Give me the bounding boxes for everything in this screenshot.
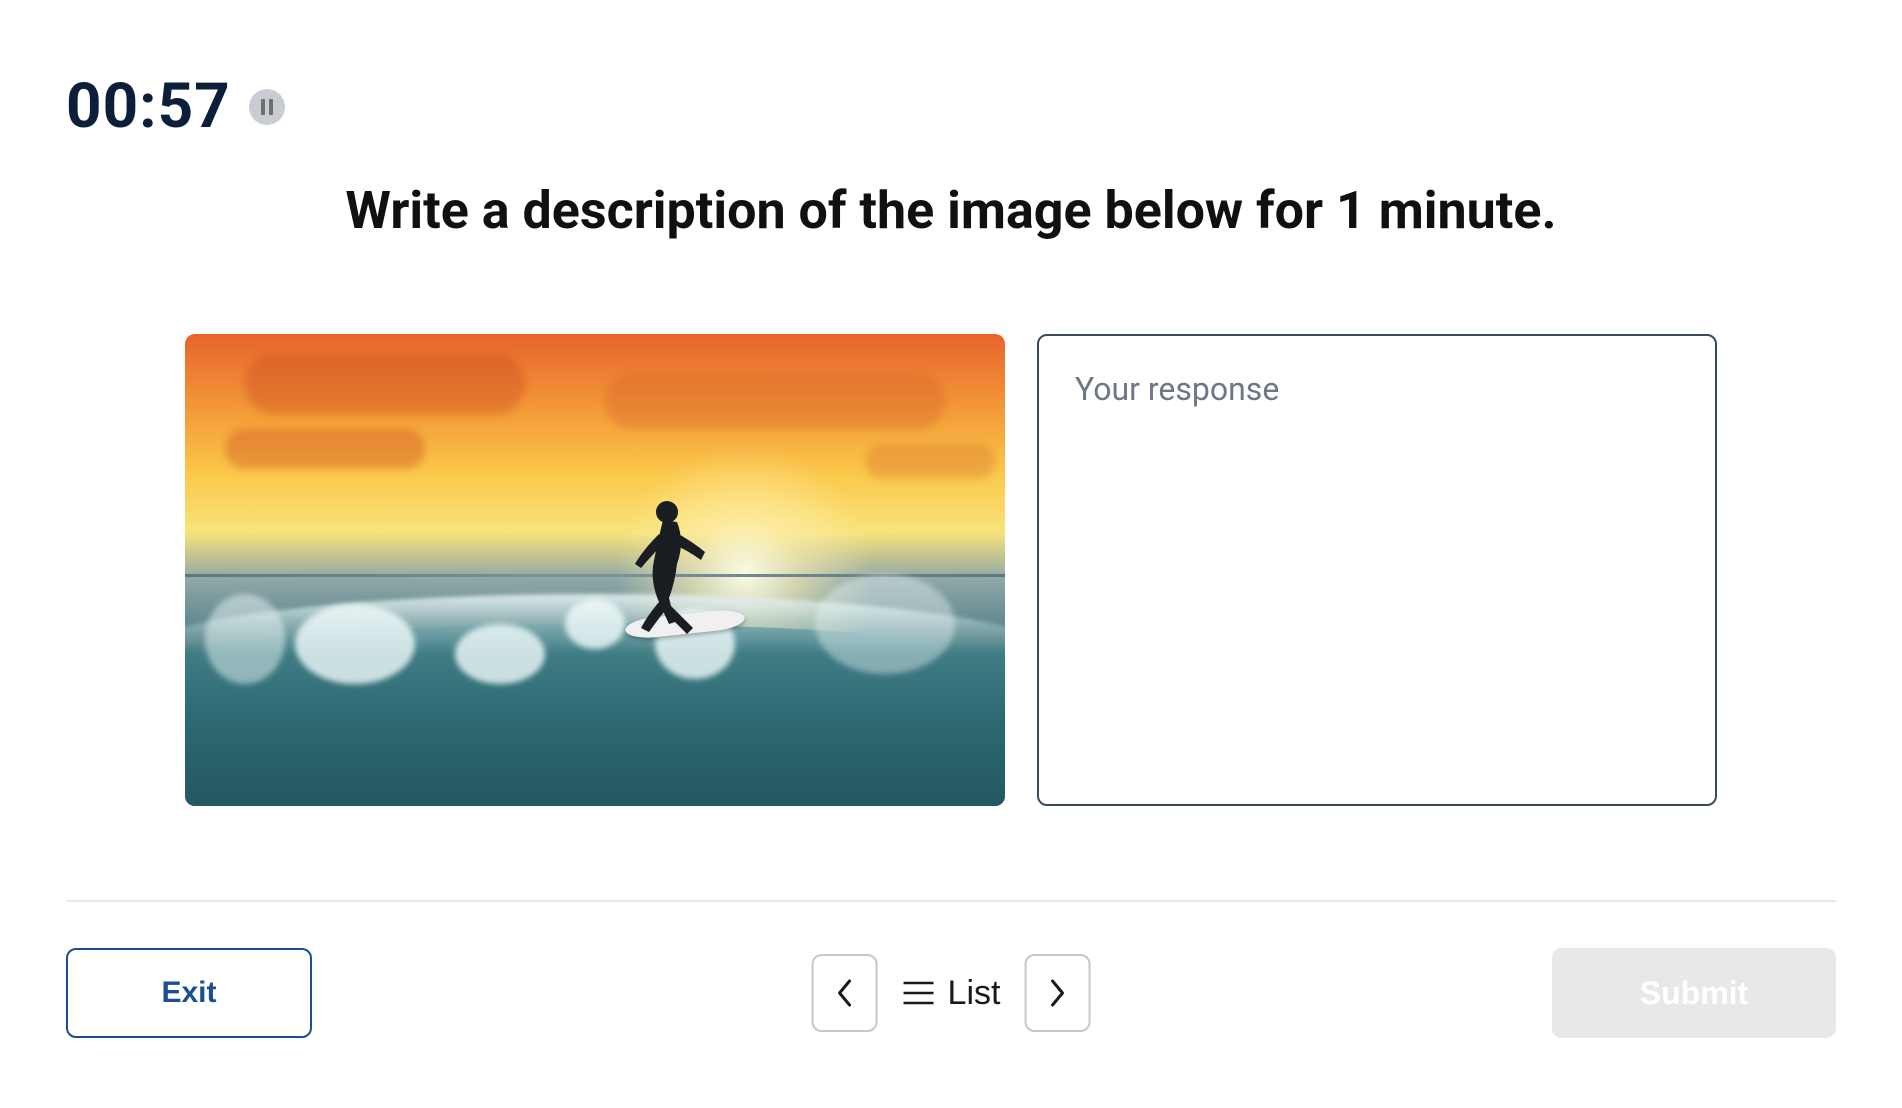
timer-row: 00:57 [66, 70, 285, 143]
prev-button[interactable] [812, 954, 878, 1032]
list-label: List [948, 974, 1001, 1013]
list-icon [902, 979, 936, 1007]
response-input[interactable] [1075, 370, 1679, 770]
timer-display: 00:57 [66, 70, 231, 143]
submit-button[interactable]: Submit [1552, 948, 1836, 1038]
list-button[interactable]: List [902, 974, 1001, 1013]
nav-center: List [812, 954, 1091, 1032]
pause-button[interactable] [249, 89, 285, 125]
footer-divider [66, 900, 1836, 902]
chevron-right-icon [1046, 977, 1068, 1009]
next-button[interactable] [1024, 954, 1090, 1032]
content-area [185, 334, 1717, 806]
chevron-left-icon [834, 977, 856, 1009]
pause-icon [260, 99, 274, 115]
response-box [1037, 334, 1717, 806]
prompt-image [185, 334, 1005, 806]
footer: Exit List Submit [66, 948, 1836, 1038]
instruction-text: Write a description of the image below f… [0, 180, 1902, 241]
exit-button[interactable]: Exit [66, 948, 312, 1038]
